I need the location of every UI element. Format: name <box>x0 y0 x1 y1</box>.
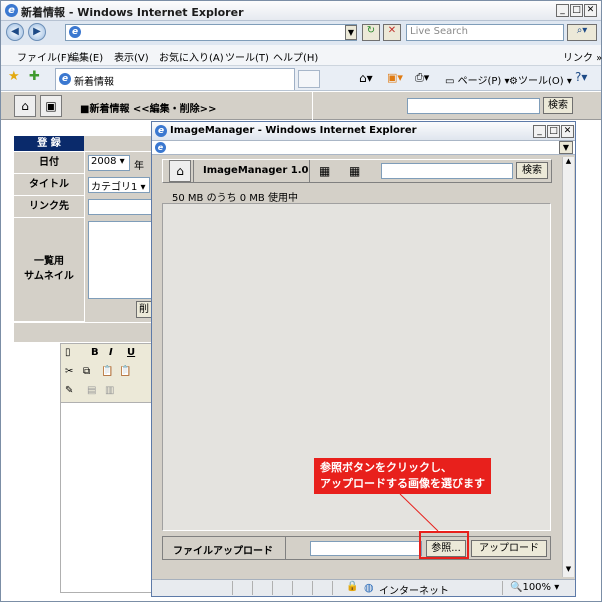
browse-highlight <box>419 531 469 559</box>
callout-pointer <box>399 493 439 532</box>
